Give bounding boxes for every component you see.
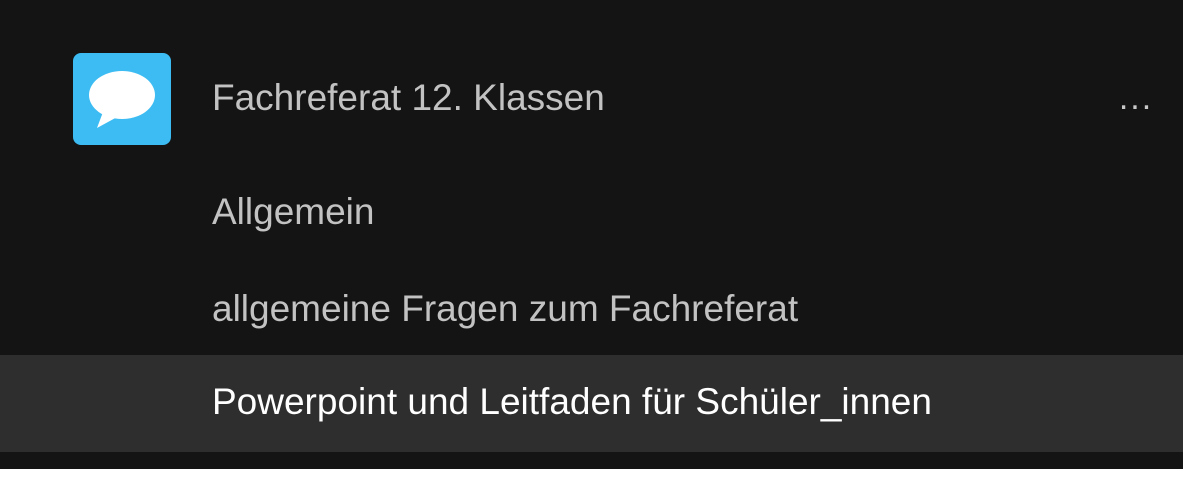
more-options-button[interactable]: ... bbox=[1106, 80, 1166, 116]
team-name: Fachreferat 12. Klassen bbox=[212, 77, 605, 118]
speech-bubble-icon bbox=[89, 71, 155, 128]
channel-label: allgemeine Fragen zum Fachreferat bbox=[212, 288, 799, 329]
teams-channel-panel: Fachreferat 12. Klassen ... Allgemein al… bbox=[0, 0, 1183, 469]
more-options-icon: ... bbox=[1118, 79, 1154, 117]
team-header[interactable]: Fachreferat 12. Klassen ... bbox=[0, 40, 1183, 155]
channel-item-powerpoint-leitfaden[interactable]: Powerpoint und Leitfaden für Schüler_inn… bbox=[0, 355, 1183, 452]
channel-item-allgemeine-fragen[interactable]: allgemeine Fragen zum Fachreferat bbox=[0, 262, 1183, 359]
channel-item-allgemein[interactable]: Allgemein bbox=[0, 165, 1183, 262]
channel-label: Powerpoint und Leitfaden für Schüler_inn… bbox=[212, 381, 932, 422]
team-avatar bbox=[73, 53, 171, 145]
channel-label: Allgemein bbox=[212, 191, 375, 232]
